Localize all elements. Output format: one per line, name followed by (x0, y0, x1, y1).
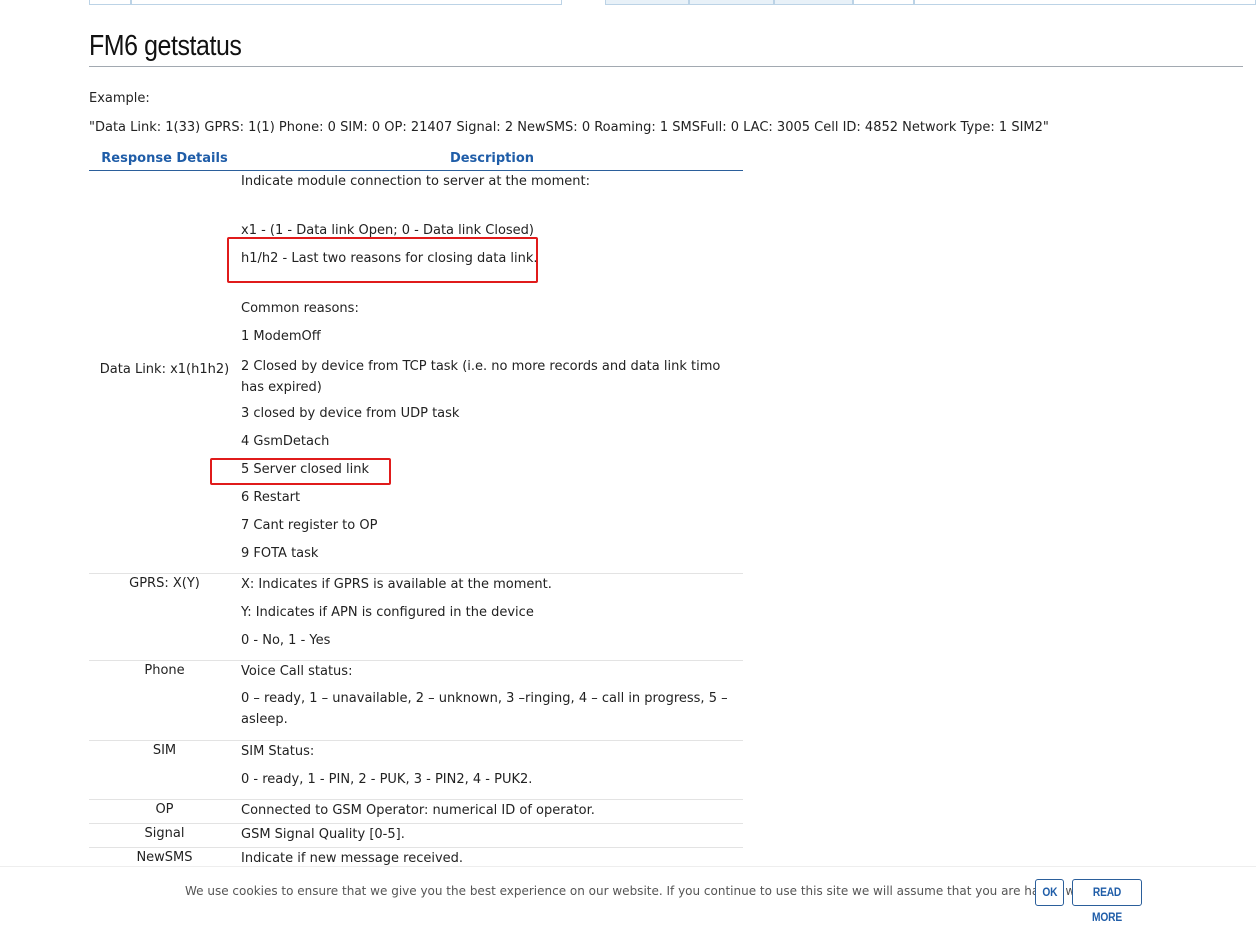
cookie-consent-bar: We use cookies to ensure that we give yo… (0, 866, 1256, 924)
response-details-table: Response Details Description Data Link: … (89, 148, 743, 866)
row-description: X: Indicates if GPRS is available at the… (241, 574, 736, 660)
example-response-text: "Data Link: 1(33) GPRS: 1(1) Phone: 0 SI… (89, 120, 1049, 135)
tab-edge (131, 0, 562, 5)
row-name: Phone (144, 663, 185, 678)
table-row: SIM SIM Status: 0 - ready, 1 - PIN, 2 - … (89, 741, 743, 800)
description-line: 6 Restart (241, 490, 301, 505)
table-row: OP Connected to GSM Operator: numerical … (89, 800, 743, 824)
row-description: Indicate module connection to server at … (241, 171, 736, 573)
table-row: Phone Voice Call status: 0 – ready, 1 – … (89, 661, 743, 741)
row-name: Signal (144, 826, 185, 841)
tab-edge[interactable] (689, 0, 774, 5)
highlight-box (210, 458, 391, 485)
description-line: Connected to GSM Operator: numerical ID … (241, 803, 595, 818)
top-tab-strip (0, 0, 1256, 6)
tab-edge (914, 0, 1256, 5)
row-name: GPRS: X(Y) (129, 576, 200, 591)
row-description: SIM Status: 0 - ready, 1 - PIN, 2 - PUK,… (241, 741, 736, 799)
description-line: Voice Call status: (241, 664, 353, 679)
highlight-box (227, 237, 538, 283)
row-name: SIM (152, 743, 177, 758)
description-line: 3 closed by device from UDP task (241, 406, 460, 421)
row-description: Connected to GSM Operator: numerical ID … (241, 800, 736, 823)
description-line: Indicate module connection to server at … (241, 174, 591, 189)
row-description: GSM Signal Quality [0-5]. (241, 824, 736, 847)
description-line: Common reasons: (241, 301, 359, 316)
description-line: X: Indicates if GPRS is available at the… (241, 577, 552, 592)
row-name: OP (155, 802, 174, 817)
description-line: 0 – ready, 1 – unavailable, 2 – unknown,… (241, 691, 728, 727)
example-label: Example: (89, 91, 150, 106)
table-row: Signal GSM Signal Quality [0-5]. (89, 824, 743, 848)
table-row: Data Link: x1(h1h2) Indicate module conn… (89, 171, 743, 574)
page-title: FM6 getstatus (89, 28, 1243, 67)
tab-edge[interactable] (853, 0, 914, 5)
description-line: 4 GsmDetach (241, 434, 330, 449)
table-row: GPRS: X(Y) X: Indicates if GPRS is avail… (89, 574, 743, 661)
description-line: 0 - ready, 1 - PIN, 2 - PUK, 3 - PIN2, 4… (241, 772, 533, 787)
table-header: Response Details Description (89, 148, 743, 171)
row-description: Voice Call status: 0 – ready, 1 – unavai… (241, 661, 736, 740)
column-header-response-details[interactable]: Response Details (89, 151, 240, 166)
cookie-ok-button[interactable]: OK (1035, 879, 1064, 906)
tab-edge[interactable] (774, 0, 853, 5)
tab-edge (89, 0, 131, 5)
description-line: 9 FOTA task (241, 546, 319, 561)
cookie-read-more-button[interactable]: READ MORE (1072, 879, 1142, 924)
row-name: Data Link: x1(h1h2) (99, 362, 230, 377)
column-header-description[interactable]: Description (241, 151, 743, 166)
description-line: Y: Indicates if APN is configured in the… (241, 605, 534, 620)
description-line: SIM Status: (241, 744, 315, 759)
description-line: 2 Closed by device from TCP task (i.e. n… (241, 359, 721, 395)
row-name: NewSMS (136, 850, 193, 865)
tab-edge[interactable] (605, 0, 689, 5)
description-line: 7 Cant register to OP (241, 518, 378, 533)
ok-label: OK (1042, 885, 1057, 899)
read-more-label: READ MORE (1092, 885, 1122, 924)
description-line: GSM Signal Quality [0-5]. (241, 827, 405, 842)
cookie-message: We use cookies to ensure that we give yo… (185, 884, 1107, 898)
description-line: 1 ModemOff (241, 329, 321, 344)
description-line: 0 - No, 1 - Yes (241, 633, 331, 648)
